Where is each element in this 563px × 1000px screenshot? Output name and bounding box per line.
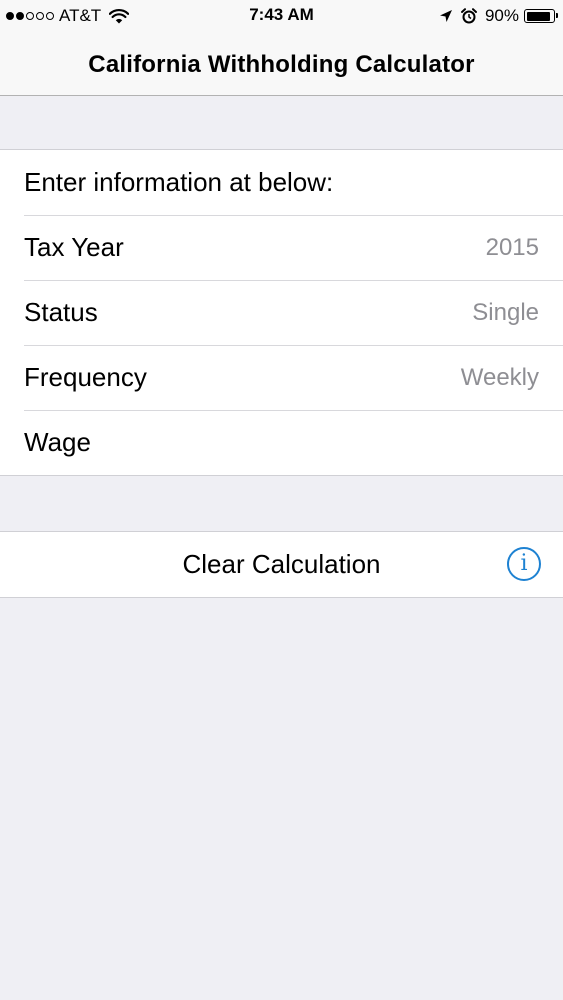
status-row[interactable]: Status Single — [0, 280, 563, 345]
frequency-value[interactable]: Weekly — [461, 364, 539, 392]
status-value[interactable]: Single — [472, 299, 539, 327]
form-header-label: Enter information at below: — [24, 167, 334, 197]
alarm-clock-icon — [460, 8, 477, 24]
tax-year-label: Tax Year — [24, 232, 124, 262]
status-bar: AT&T 7:43 AM 90% — [0, 0, 563, 34]
status-right: 90% — [439, 5, 558, 27]
info-glyph: i — [520, 551, 528, 576]
tax-year-value[interactable]: 2015 — [486, 234, 539, 262]
status-label: Status — [24, 297, 98, 327]
frequency-row[interactable]: Frequency Weekly — [0, 345, 563, 410]
frequency-label: Frequency — [24, 362, 147, 392]
battery-percent: 90% — [484, 6, 519, 25]
clear-calculation-button[interactable]: Clear Calculation — [183, 549, 381, 580]
info-icon[interactable]: i — [507, 547, 541, 581]
battery-icon — [524, 9, 558, 23]
clear-calculation-row: Clear Calculation i — [0, 532, 563, 597]
actions-group: Clear Calculation i — [0, 531, 563, 598]
input-form-group: Enter information at below: Tax Year 201… — [0, 149, 563, 476]
wage-label: Wage — [24, 427, 91, 457]
form-header-row: Enter information at below: — [0, 150, 563, 215]
page-title: California Withholding Calculator — [88, 50, 475, 78]
tax-year-row[interactable]: Tax Year 2015 — [0, 215, 563, 280]
navigation-bar: California Withholding Calculator — [0, 34, 563, 96]
location-arrow-icon — [439, 10, 452, 22]
battery-fill — [526, 11, 550, 21]
wage-row[interactable]: Wage — [0, 410, 563, 475]
